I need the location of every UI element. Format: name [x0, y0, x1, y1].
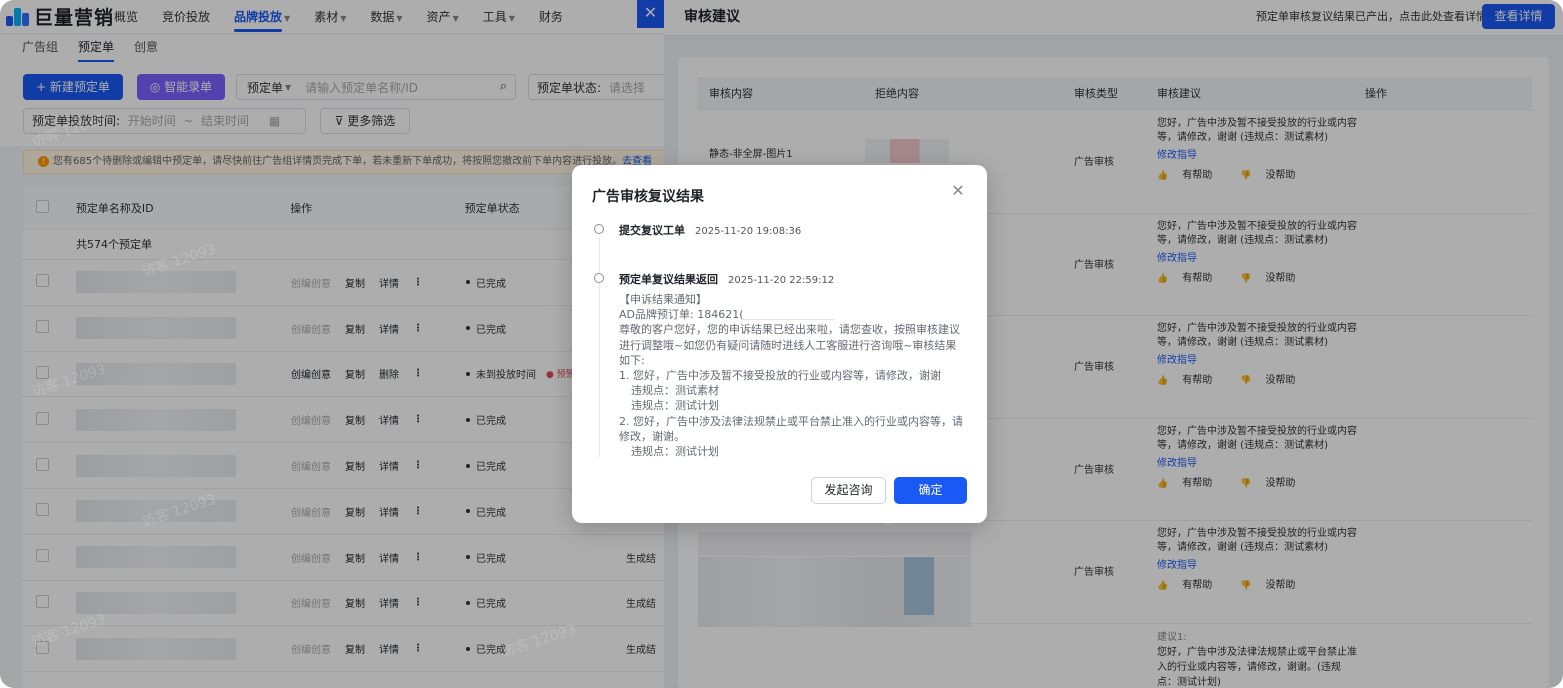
app-frame: 巨量营销 概览 竞价投放 品牌投放 ▼ 素材 ▼ 数据 ▼ 资产 ▼ 工具 ▼ 财务 ✕ … — [0, 0, 1563, 688]
timeline-dot — [594, 224, 604, 234]
confirm-button[interactable]: 确定 — [894, 477, 967, 504]
order-label: AD品牌预订单: 184621( — [619, 308, 744, 322]
violation-1a: 违规点：测试素材 — [631, 384, 719, 398]
review-notice-body: 【申诉结果通知】 AD品牌预订单: 184621( 尊敬的客户您好，您的申诉结果… — [619, 292, 964, 459]
order-line: AD品牌预订单: 184621( — [619, 307, 964, 322]
timeline-line — [599, 237, 600, 457]
step-time: 2025-11-20 22:59:12 — [728, 275, 835, 286]
step-title: 预定单复议结果返回 — [619, 273, 718, 286]
modal-title: 广告审核复议结果 — [592, 189, 704, 205]
violation-1b: 违规点：测试计划 — [631, 399, 719, 413]
violation-2a: 违规点：测试计划 — [631, 445, 719, 459]
consult-button[interactable]: 发起咨询 — [811, 477, 886, 504]
timeline-step-2: 预定单复议结果返回 2025-11-20 22:59:12 — [619, 271, 834, 287]
step-time: 2025-11-20 19:08:36 — [695, 226, 802, 237]
masked-order-id — [743, 310, 836, 321]
notice-heading: 【申诉结果通知】 — [619, 293, 707, 306]
notice-intro: 尊敬的客户您好，您的申诉结果已经出来啦，请您查收，按照审核建议进行调整哦~如您仍… — [619, 323, 960, 367]
timeline-dot — [594, 273, 604, 283]
step-title: 提交复议工单 — [619, 224, 685, 237]
result-item-2: 2. 您好，广告中涉及法律法规禁止或平台禁止准入的行业或内容等，请修改，谢谢。 — [619, 414, 963, 443]
page-mask — [0, 0, 664, 688]
close-icon[interactable]: ✕ — [950, 183, 966, 199]
review-result-modal: 广告审核复议结果 ✕ 提交复议工单 2025-11-20 19:08:36 预定单… — [572, 165, 987, 523]
timeline-step-1: 提交复议工单 2025-11-20 19:08:36 — [619, 222, 801, 238]
result-item-1: 1. 您好，广告中涉及暂不接受投放的行业或内容等，请修改，谢谢 — [619, 369, 941, 383]
